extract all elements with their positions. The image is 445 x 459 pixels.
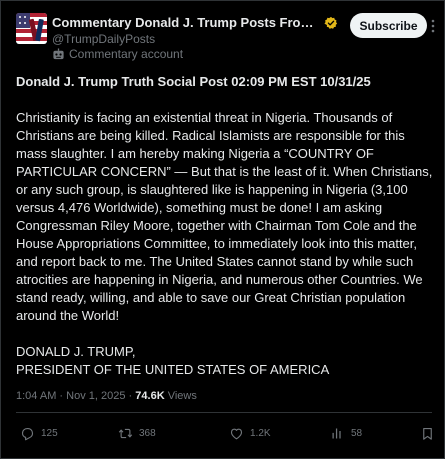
- post-card: Commentary Donald J. Trump Posts From Tr…: [0, 0, 445, 459]
- reply-icon: [21, 427, 34, 441]
- repost-button[interactable]: 368: [118, 426, 156, 441]
- post-body-line: House Appropriations Committee, to immed…: [16, 236, 418, 251]
- bookmark-button[interactable]: [420, 426, 441, 441]
- post-body: Christianity is facing an existential th…: [16, 109, 434, 325]
- repost-icon: [118, 428, 133, 439]
- views-label: Views: [167, 390, 197, 402]
- bookmark-icon: [423, 427, 432, 440]
- name-row: Commentary Donald J. Trump Posts From Tr…: [52, 15, 338, 30]
- flag-avatar-icon: [16, 13, 47, 44]
- divider: [16, 412, 432, 413]
- post-body-line: Congressman Riley Moore, together with C…: [16, 218, 417, 233]
- reply-count: 125: [41, 428, 58, 439]
- repost-count: 368: [139, 428, 156, 439]
- post-body-line: or any such group, is slaughtered like i…: [16, 182, 408, 197]
- views-icon: [332, 428, 341, 439]
- like-button[interactable]: 1.2K: [229, 426, 271, 441]
- post-title-prefix: Donald J. Trump Truth Social Post: [16, 74, 228, 89]
- post-signature: DONALD J. TRUMP, PRESIDENT OF THE UNITED…: [16, 343, 434, 379]
- views-action-count: 58: [351, 428, 363, 439]
- post-header: Commentary Donald J. Trump Posts From Tr…: [16, 13, 436, 63]
- post-body-line: atrocities are happening in Nigeria, and…: [16, 272, 423, 287]
- meta-separator: ·: [59, 390, 64, 402]
- post-body-line: around the World!: [16, 308, 120, 323]
- more-icon[interactable]: [430, 19, 436, 33]
- signature-title: PRESIDENT OF THE UNITED STATES OF AMERIC…: [16, 362, 330, 377]
- post-body-line: versus 4,476 Worldwide), something must …: [16, 200, 383, 215]
- signature-name: DONALD J. TRUMP,: [16, 344, 136, 359]
- post-body-line: Christianity is facing an existential th…: [16, 110, 393, 125]
- post-meta: 1:04 AM · Nov 1, 2025 · 74.6K Views: [16, 390, 197, 402]
- verified-badge-icon: [324, 16, 338, 29]
- post-body-line: stand ready, willing, and able to save o…: [16, 290, 406, 305]
- post-title-time: 02:09 PM EST 10/31/25: [231, 74, 371, 89]
- views-count: 74.6K: [135, 390, 165, 402]
- reply-button[interactable]: 125: [20, 426, 58, 441]
- post-body-line: mass slaughter. I am hereby making Niger…: [16, 146, 374, 161]
- account-type-label: Commentary account: [69, 47, 184, 61]
- subscribe-button[interactable]: Subscribe: [350, 13, 427, 38]
- display-name[interactable]: Commentary Donald J. Trump Posts From Tr…: [52, 15, 320, 30]
- post-body-line: Christians are being killed. Radical Isl…: [16, 128, 405, 143]
- meta-separator: ·: [128, 390, 133, 402]
- account-type-row: Commentary account: [52, 47, 183, 61]
- post-date[interactable]: Nov 1, 2025: [66, 390, 125, 402]
- like-count: 1.2K: [250, 428, 271, 439]
- action-bar: 125 368 1.2K 58: [16, 426, 434, 446]
- handle[interactable]: @TrumpDailyPosts: [52, 32, 155, 46]
- views-button[interactable]: 58: [330, 426, 362, 441]
- robot-icon: [53, 47, 64, 59]
- post-body-line: and report back to me. The United States…: [16, 254, 414, 269]
- post-title: Donald J. Trump Truth Social Post 02:09 …: [16, 73, 434, 91]
- heart-icon: [230, 428, 243, 440]
- post-body-line: PARTICULAR CONCERN” — But that is the le…: [16, 164, 433, 179]
- avatar[interactable]: [16, 13, 47, 44]
- post-content: Donald J. Trump Truth Social Post 02:09 …: [16, 73, 434, 379]
- post-time[interactable]: 1:04 AM: [16, 390, 56, 402]
